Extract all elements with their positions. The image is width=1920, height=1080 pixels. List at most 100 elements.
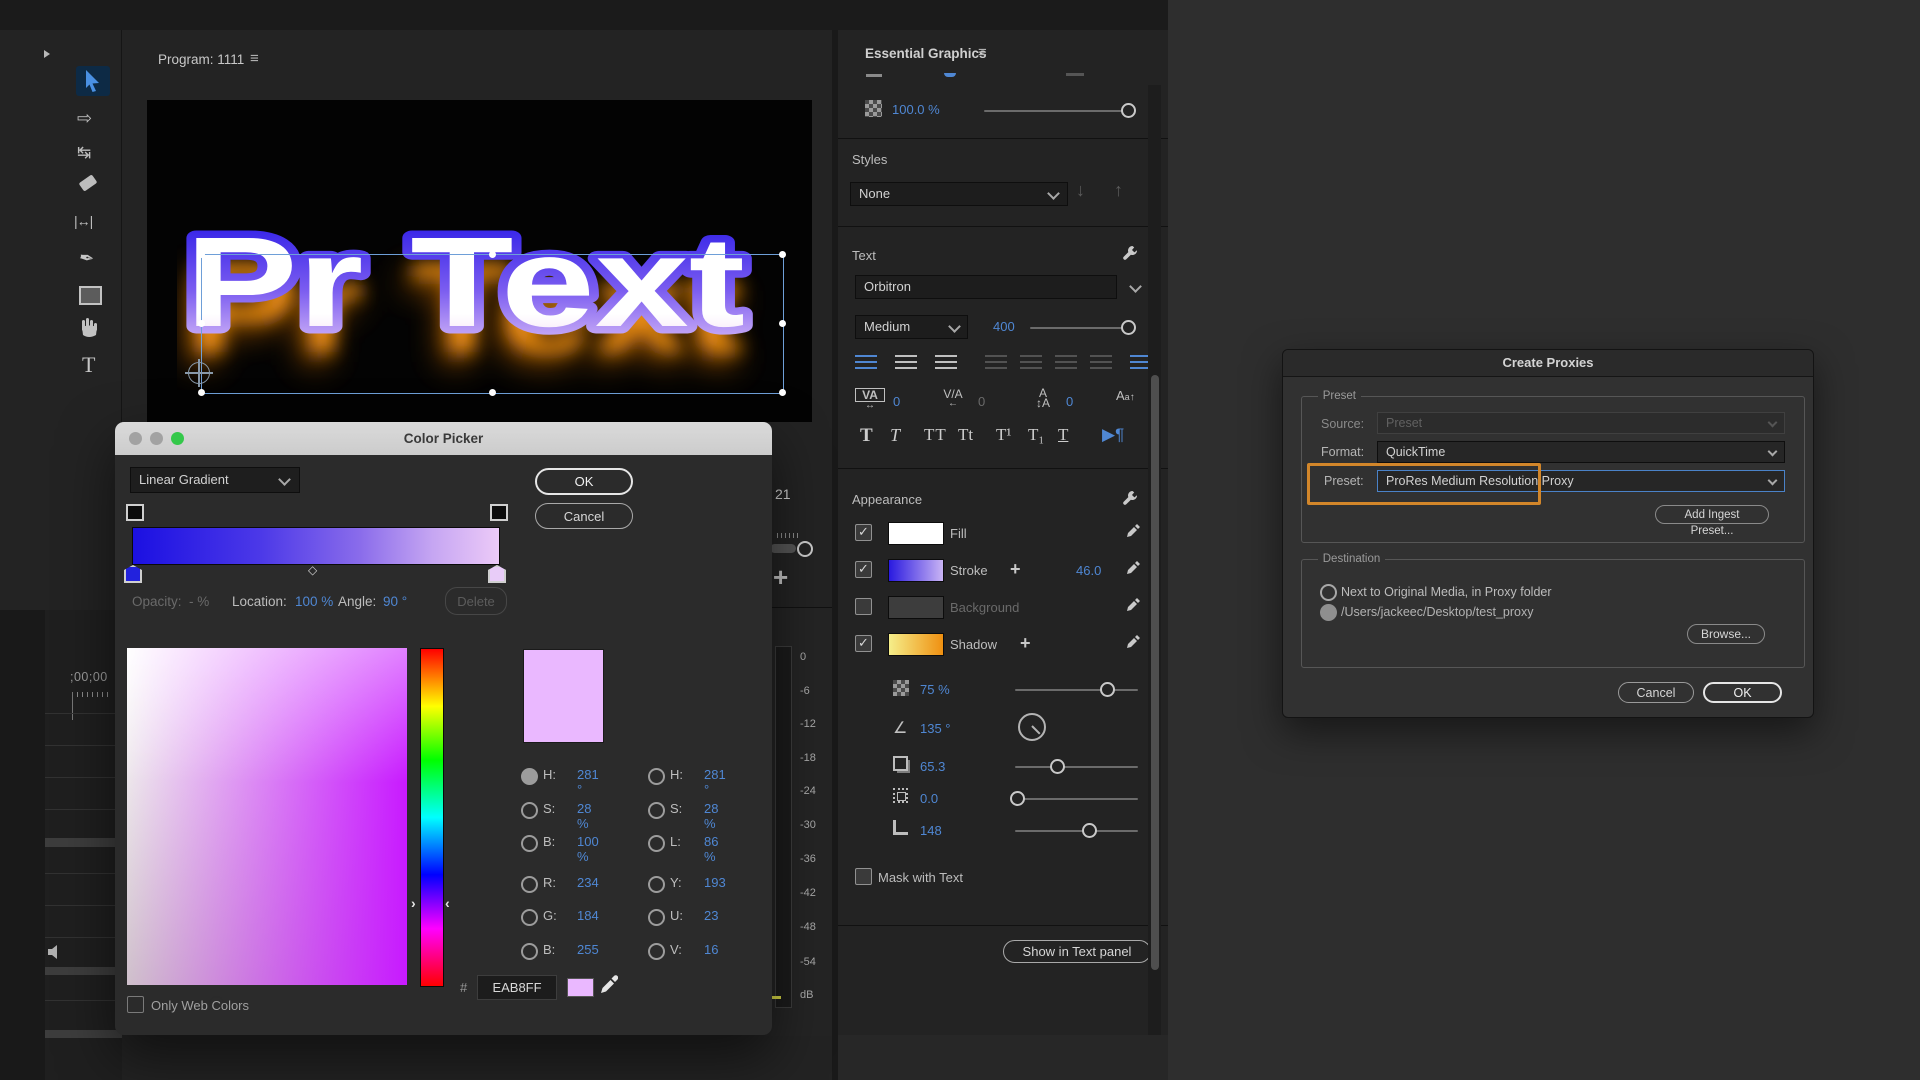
b2-radio[interactable] xyxy=(521,943,538,960)
y-value[interactable]: 193 xyxy=(704,875,726,890)
l-radio[interactable] xyxy=(648,835,665,852)
h2-radio[interactable] xyxy=(648,768,665,785)
l-value[interactable]: 86 % xyxy=(704,834,718,864)
handle-br[interactable] xyxy=(779,389,786,396)
proxies-titlebar[interactable]: Create Proxies xyxy=(1283,350,1813,377)
shadow-size-value[interactable]: 0.0 xyxy=(920,791,938,806)
align-right-icon[interactable] xyxy=(935,355,957,369)
eg-scrollbar-thumb[interactable] xyxy=(1151,375,1159,970)
format-dropdown[interactable]: QuickTime xyxy=(1377,441,1785,463)
gradient-type-dropdown[interactable]: Linear Gradient xyxy=(130,467,300,493)
ok-button[interactable]: OK xyxy=(535,468,633,495)
eyedropper-icon[interactable] xyxy=(600,974,618,994)
u-value[interactable]: 23 xyxy=(704,908,718,923)
paragraph-direction-icon[interactable]: ▶¶ xyxy=(1102,425,1124,445)
panel-menu-icon[interactable]: ≡ xyxy=(978,44,987,61)
add-ingest-preset-button[interactable]: Add Ingest Preset... xyxy=(1655,505,1769,524)
justify-all-icon[interactable] xyxy=(1090,355,1112,369)
mute-speaker-icon[interactable] xyxy=(48,945,64,959)
cancel-button[interactable]: Cancel xyxy=(535,503,633,529)
proxies-ok-button[interactable]: OK xyxy=(1703,682,1782,703)
stroke-checkbox[interactable]: ✓ xyxy=(855,561,872,578)
eyedropper-icon[interactable] xyxy=(1126,597,1141,612)
zoom-scrollbar-knob[interactable] xyxy=(797,541,813,557)
font-style-dropdown[interactable]: Medium xyxy=(855,315,968,339)
gradient-stop-bottom-right[interactable] xyxy=(488,565,506,583)
align-left-icon[interactable] xyxy=(855,355,877,369)
hue-strip[interactable] xyxy=(420,648,444,987)
v-radio[interactable] xyxy=(648,943,665,960)
close-window-icon[interactable] xyxy=(129,432,142,445)
hand-icon[interactable] xyxy=(79,318,99,341)
align-center-icon[interactable] xyxy=(895,355,917,369)
hue-marker-right-icon[interactable]: ‹ xyxy=(445,895,450,911)
font-size-knob[interactable] xyxy=(1121,320,1136,335)
h2-value[interactable]: 281 ° xyxy=(704,767,726,797)
shadow-blur-value[interactable]: 148 xyxy=(920,823,942,838)
delete-stop-button[interactable]: Delete xyxy=(445,587,507,615)
gradient-midpoint-icon[interactable]: ◇ xyxy=(308,563,317,577)
selection-tool[interactable] xyxy=(76,66,110,96)
color-field[interactable] xyxy=(127,648,407,985)
fill-checkbox[interactable]: ✓ xyxy=(855,524,872,541)
slip-icon[interactable]: |↔| xyxy=(74,213,92,229)
track-select-forward-icon[interactable]: ⇨ xyxy=(77,108,92,129)
eyedropper-icon[interactable] xyxy=(1126,634,1141,649)
s-radio[interactable] xyxy=(521,802,538,819)
custom-path-radio[interactable] xyxy=(1320,604,1337,621)
minimize-window-icon[interactable] xyxy=(150,432,163,445)
superscript-icon[interactable]: T¹ xyxy=(996,425,1011,445)
wrench-icon[interactable] xyxy=(1122,490,1138,506)
shadow-distance-value[interactable]: 65.3 xyxy=(920,759,945,774)
b2-value[interactable]: 255 xyxy=(577,942,599,957)
dialog-titlebar[interactable]: Color Picker xyxy=(115,422,772,455)
g-value[interactable]: 184 xyxy=(577,908,599,923)
zoom-window-icon[interactable] xyxy=(171,432,184,445)
h-radio[interactable] xyxy=(521,768,538,785)
stop-location-value[interactable]: 100 % xyxy=(295,594,333,609)
faux-italic-icon[interactable]: T xyxy=(890,425,900,446)
small-caps-icon[interactable]: Tt xyxy=(958,425,973,445)
font-size-value[interactable]: 400 xyxy=(993,319,1015,334)
handle-tl[interactable] xyxy=(198,251,205,258)
gradient-angle-value[interactable]: 90 ° xyxy=(383,594,407,609)
y-radio[interactable] xyxy=(648,876,665,893)
shadow-distance-slider[interactable] xyxy=(1015,766,1138,768)
next-to-media-radio[interactable] xyxy=(1320,584,1337,601)
font-family-dropdown[interactable]: Orbitron xyxy=(855,275,1117,299)
rectangle-icon[interactable] xyxy=(79,286,102,305)
shadow-angle-value[interactable]: 135 ° xyxy=(920,721,951,736)
panel-collapse-arrow[interactable] xyxy=(44,50,50,58)
razor-icon[interactable] xyxy=(79,174,98,191)
justify-last-right-icon[interactable] xyxy=(1055,355,1077,369)
shadow-angle-dial[interactable] xyxy=(1018,713,1046,741)
panel-menu-icon[interactable]: ≡ xyxy=(250,50,259,67)
shadow-opacity-knob[interactable] xyxy=(1100,682,1115,697)
handle-mr[interactable] xyxy=(779,320,786,327)
timeline-timecode[interactable]: ;00;00 xyxy=(70,670,108,684)
show-in-text-panel-button[interactable]: Show in Text panel xyxy=(1003,940,1151,963)
all-caps-icon[interactable]: TT xyxy=(924,425,947,445)
faux-bold-icon[interactable]: T xyxy=(860,425,873,447)
tracking-value[interactable]: 0 xyxy=(893,394,900,409)
shadow-swatch[interactable] xyxy=(888,633,944,656)
styles-dropdown[interactable]: None xyxy=(850,182,1068,206)
b-radio[interactable] xyxy=(521,835,538,852)
style-apply-up-icon[interactable]: ↑ xyxy=(1114,180,1123,201)
layer-opacity-slider[interactable] xyxy=(984,110,1132,112)
gradient-stop-top-right[interactable] xyxy=(490,504,508,521)
r-value[interactable]: 234 xyxy=(577,875,599,890)
selection-bounding-box[interactable] xyxy=(201,254,784,394)
shadow-opacity-slider[interactable] xyxy=(1015,689,1138,691)
g-radio[interactable] xyxy=(521,909,538,926)
pen-icon[interactable]: ✒ xyxy=(77,247,96,270)
justify-last-left-icon[interactable] xyxy=(985,355,1007,369)
shadow-distance-knob[interactable] xyxy=(1050,759,1065,774)
gradient-stop-bottom-left[interactable] xyxy=(124,565,142,583)
add-stroke-plus[interactable]: + xyxy=(1010,559,1021,580)
s-value[interactable]: 28 % xyxy=(577,801,591,831)
subscript-icon[interactable]: T₁ xyxy=(1028,425,1044,445)
eyedropper-icon[interactable] xyxy=(1126,523,1141,538)
browse-button[interactable]: Browse... xyxy=(1687,624,1765,644)
s2-radio[interactable] xyxy=(648,802,665,819)
